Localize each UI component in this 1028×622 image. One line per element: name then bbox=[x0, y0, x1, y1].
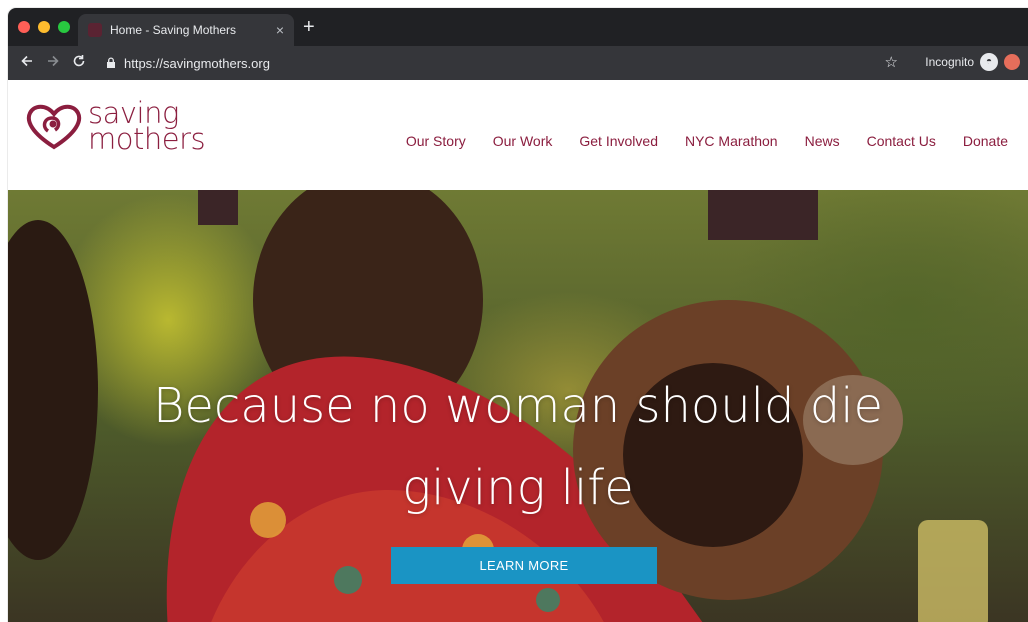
reload-icon bbox=[73, 55, 85, 67]
main-navigation: Our Story Our Work Get Involved NYC Mara… bbox=[406, 133, 1008, 149]
window-controls bbox=[18, 21, 70, 33]
nav-our-story[interactable]: Our Story bbox=[406, 133, 466, 149]
tab-close-icon[interactable]: × bbox=[276, 22, 284, 38]
close-window-button[interactable] bbox=[18, 21, 30, 33]
tab-title: Home - Saving Mothers bbox=[110, 23, 237, 37]
minimize-window-button[interactable] bbox=[38, 21, 50, 33]
maximize-window-button[interactable] bbox=[58, 21, 70, 33]
logo-wordmark: saving mothers bbox=[88, 99, 206, 156]
bookmark-star-icon[interactable]: ☆ bbox=[885, 53, 898, 71]
lock-icon bbox=[107, 57, 115, 68]
browser-toolbar: https://savingmothers.org ☆ Incognito ◓ bbox=[8, 46, 1028, 80]
url-text: https://savingmothers.org bbox=[124, 55, 270, 71]
browser-tab[interactable]: Home - Saving Mothers × bbox=[78, 14, 294, 46]
new-tab-button[interactable]: + bbox=[303, 17, 315, 37]
back-button[interactable] bbox=[14, 54, 40, 72]
arrow-left-icon bbox=[21, 55, 32, 67]
logo-line-2: mothers bbox=[88, 122, 206, 156]
incognito-icon: ◓ bbox=[980, 53, 998, 71]
favicon-icon bbox=[88, 23, 102, 37]
browser-window: Home - Saving Mothers × + https://saving… bbox=[8, 8, 1028, 622]
forward-button[interactable] bbox=[40, 54, 66, 72]
site-header: saving mothers Our Story Our Work Get In… bbox=[8, 80, 1028, 191]
hero-headline-line-1: Because no woman should die bbox=[152, 378, 884, 434]
nav-donate[interactable]: Donate bbox=[963, 133, 1008, 149]
site-logo[interactable]: saving mothers bbox=[24, 99, 206, 156]
tab-strip: Home - Saving Mothers × + bbox=[8, 8, 1028, 46]
arrow-right-icon bbox=[48, 55, 59, 67]
nav-contact-us[interactable]: Contact Us bbox=[867, 133, 936, 149]
hero-headline-line-2: giving life bbox=[402, 460, 634, 516]
reload-button[interactable] bbox=[66, 54, 92, 72]
nav-nyc-marathon[interactable]: NYC Marathon bbox=[685, 133, 778, 149]
heart-mother-logo-icon bbox=[26, 104, 82, 150]
hero-headline: Because no woman should die giving life bbox=[8, 365, 1028, 529]
extension-icon[interactable] bbox=[1004, 54, 1020, 70]
nav-our-work[interactable]: Our Work bbox=[493, 133, 553, 149]
learn-more-button[interactable]: LEARN MORE bbox=[391, 547, 657, 584]
incognito-indicator[interactable]: Incognito ◓ bbox=[925, 53, 1020, 71]
nav-news[interactable]: News bbox=[805, 133, 840, 149]
address-bar[interactable]: https://savingmothers.org bbox=[106, 51, 906, 75]
incognito-label: Incognito bbox=[925, 55, 974, 69]
nav-get-involved[interactable]: Get Involved bbox=[579, 133, 658, 149]
hero-banner: Because no woman should die giving life … bbox=[8, 190, 1028, 622]
